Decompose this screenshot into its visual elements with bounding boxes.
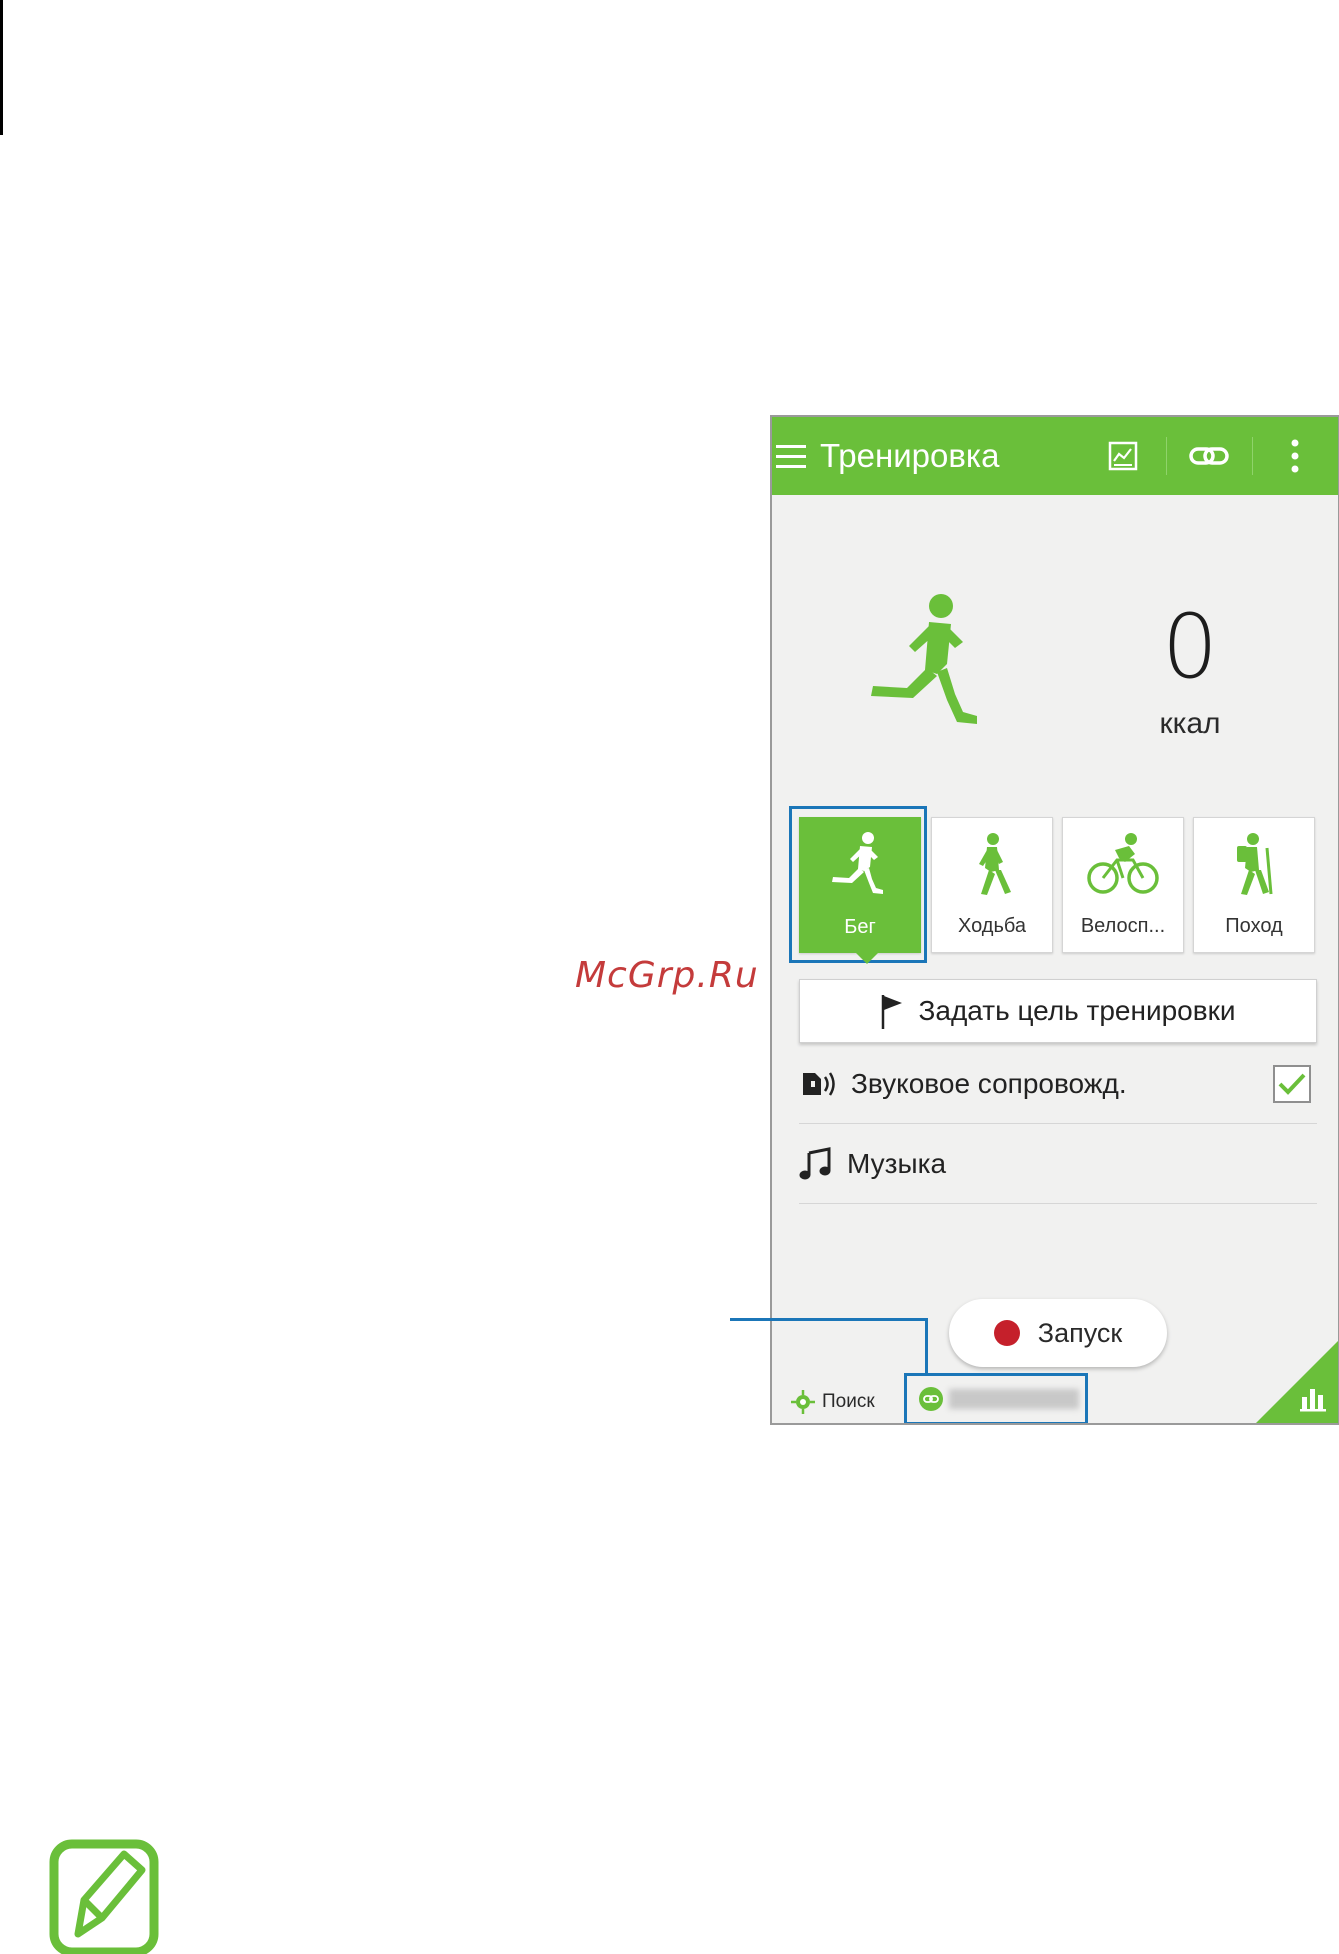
set-goal-button[interactable]: Задать цель тренировки bbox=[799, 979, 1317, 1043]
gps-search-status: Поиск bbox=[790, 1389, 875, 1415]
set-goal-label: Задать цель тренировки bbox=[918, 995, 1236, 1026]
activity-tile-walking[interactable]: Ходьба bbox=[931, 817, 1053, 953]
connected-device-status[interactable] bbox=[904, 1373, 1088, 1423]
calories-unit: ккал bbox=[1159, 707, 1221, 740]
connected-link-icon bbox=[919, 1387, 943, 1411]
gps-icon bbox=[791, 1390, 815, 1414]
running-icon bbox=[832, 832, 883, 894]
chart-button[interactable] bbox=[1080, 417, 1166, 495]
stats-bars-icon[interactable] bbox=[1298, 1383, 1328, 1413]
activity-label: Ходьба bbox=[957, 915, 1026, 937]
chart-icon bbox=[1108, 441, 1138, 471]
checkmark-icon bbox=[1278, 1073, 1306, 1095]
walking-icon bbox=[979, 833, 1011, 895]
audio-guide-label: Звуковое сопровожд. bbox=[851, 1068, 1127, 1099]
link-button[interactable] bbox=[1166, 417, 1252, 495]
callout-line-horizontal bbox=[730, 1318, 928, 1321]
app-title: Тренировка bbox=[820, 437, 1000, 474]
more-icon bbox=[1291, 439, 1299, 473]
phone-screen: Тренировка 0 ккал Бег Ходьба Велосп... П… bbox=[770, 415, 1339, 1425]
callout-line-vertical bbox=[925, 1318, 928, 1373]
blurred-device-name bbox=[949, 1389, 1079, 1409]
start-workout-button[interactable]: Запуск bbox=[949, 1299, 1167, 1367]
calories-value: 0 bbox=[1162, 595, 1218, 698]
activity-label: Бег bbox=[844, 916, 876, 938]
audio-guide-checkbox[interactable] bbox=[1273, 1065, 1311, 1103]
flag-icon bbox=[882, 995, 903, 1029]
link-icon bbox=[1189, 447, 1229, 465]
music-row[interactable]: Музыка bbox=[799, 1125, 1317, 1204]
music-note-icon bbox=[799, 1147, 831, 1180]
activity-tile-hiking[interactable]: Поход bbox=[1193, 817, 1315, 953]
music-label: Музыка bbox=[847, 1148, 947, 1179]
activity-selector: Бег Ходьба Велосп... Поход bbox=[789, 806, 1319, 964]
activity-tile-cycling[interactable]: Велосп... bbox=[1062, 817, 1184, 953]
activity-label: Поход bbox=[1225, 915, 1283, 937]
watermark: McGrp.Ru bbox=[575, 955, 759, 996]
start-label: Запуск bbox=[1037, 1317, 1123, 1348]
tile-pointer bbox=[855, 952, 879, 964]
audio-guide-row[interactable]: Звуковое сопровожд. bbox=[799, 1045, 1317, 1124]
activity-tile-running[interactable]: Бег bbox=[799, 817, 921, 964]
cycling-icon bbox=[1087, 833, 1159, 894]
more-button[interactable] bbox=[1252, 417, 1338, 495]
hiking-icon bbox=[1237, 833, 1273, 895]
note-pencil-icon bbox=[49, 1839, 159, 1954]
gps-search-label: Поиск bbox=[822, 1391, 875, 1412]
workout-summary: 0 ккал bbox=[772, 495, 1338, 795]
activity-label: Велосп... bbox=[1080, 915, 1166, 937]
record-dot-icon bbox=[993, 1320, 1020, 1346]
running-figure-icon bbox=[871, 594, 977, 724]
audio-guide-icon bbox=[803, 1072, 835, 1096]
page-edge-line bbox=[0, 0, 3, 135]
app-bar: Тренировка bbox=[772, 417, 1338, 495]
menu-icon[interactable] bbox=[776, 441, 806, 471]
